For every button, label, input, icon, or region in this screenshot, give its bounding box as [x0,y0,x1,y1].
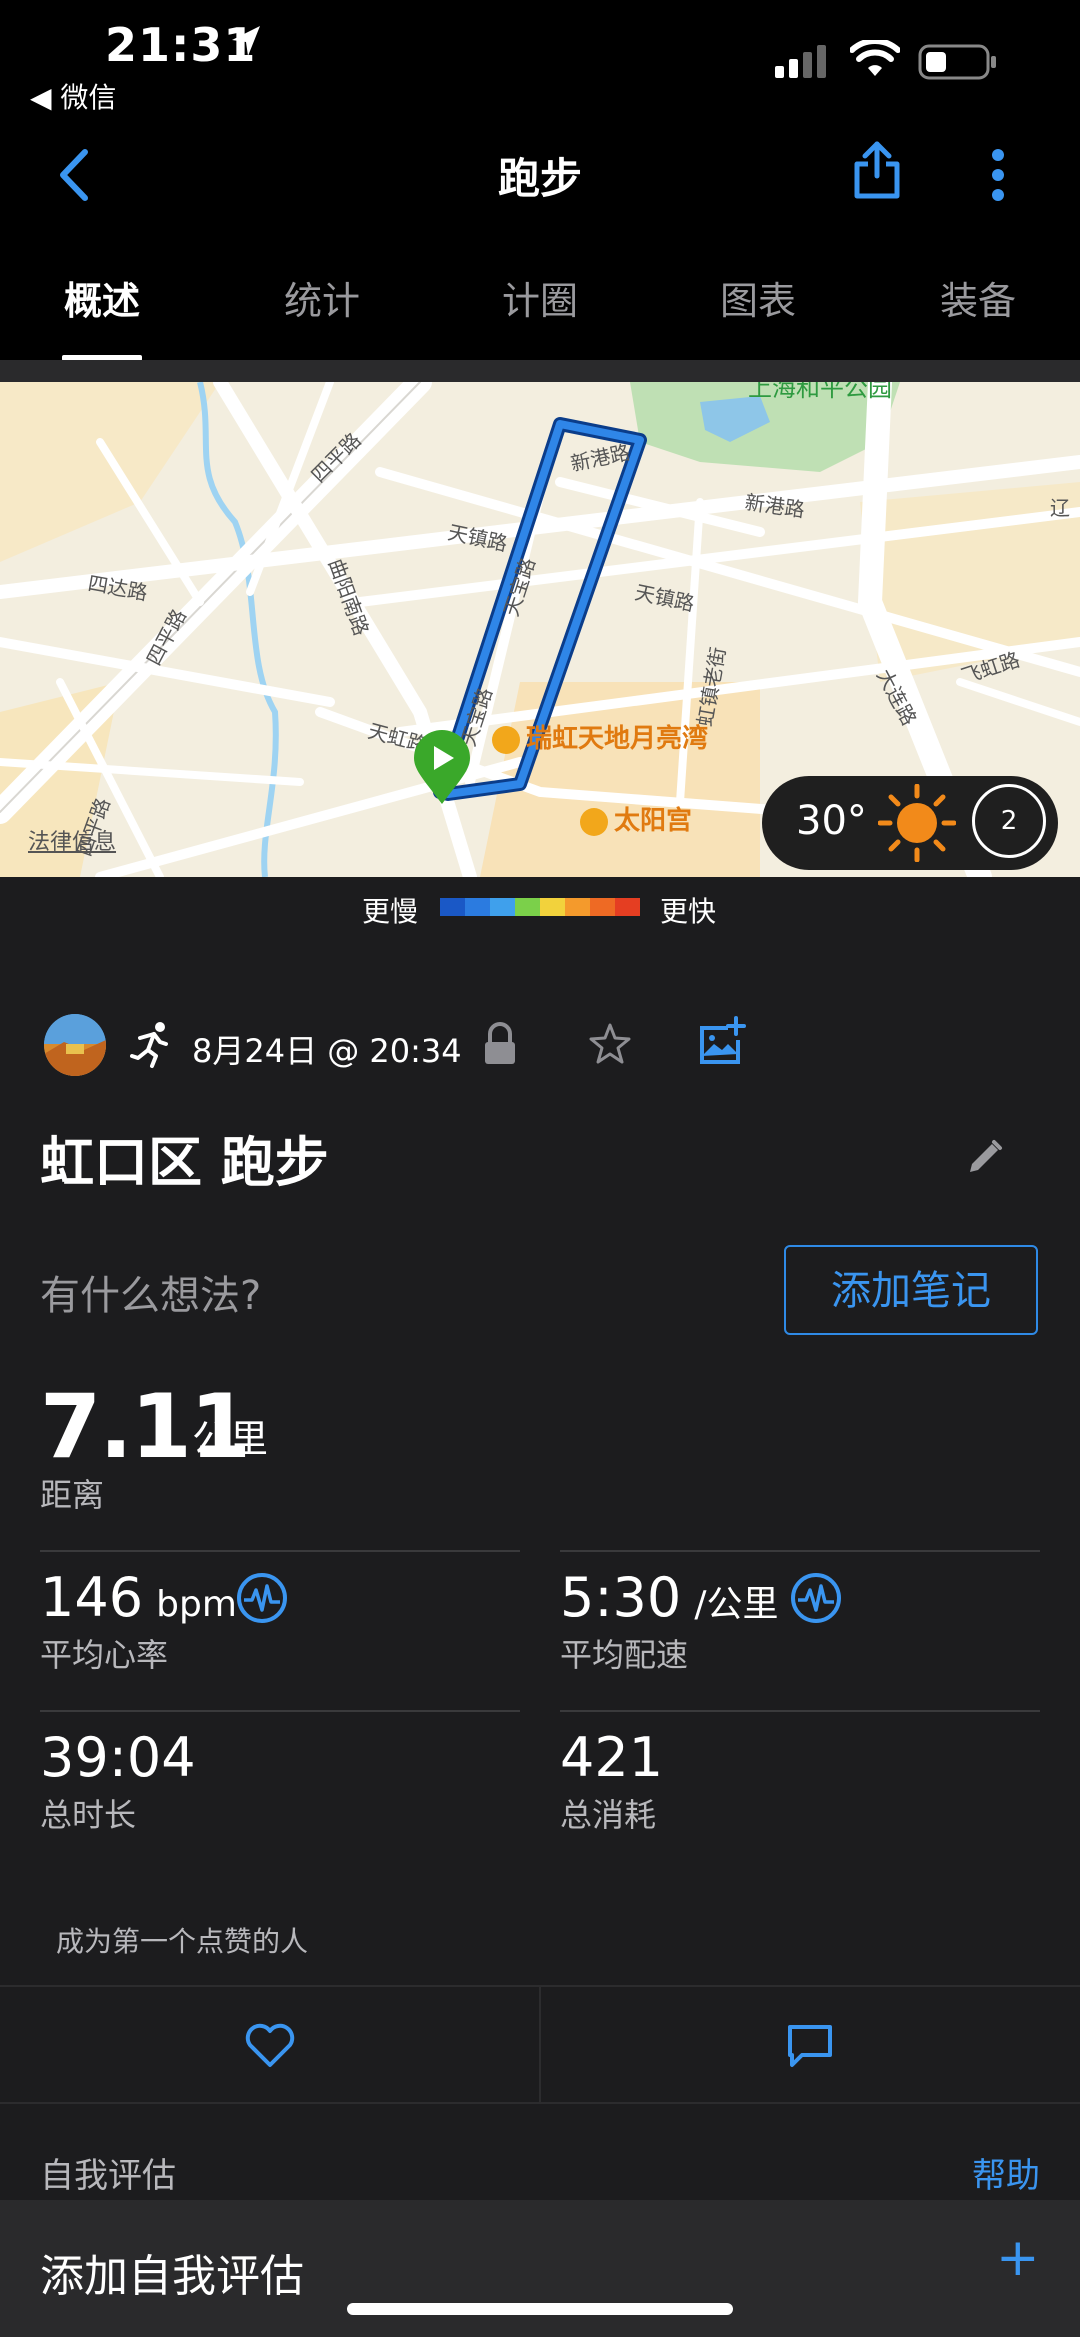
social-action-bar [0,1985,1080,2104]
page-title: 跑步 [497,154,582,203]
wifi-icon [850,40,900,76]
star-icon[interactable] [588,1022,632,1066]
divider [560,1710,1040,1712]
header-divider [0,360,1080,382]
tab-bar: 概述 统计 计圈 图表 装备 [0,260,1080,361]
self-eval-title: 自我评估 [40,2156,176,2196]
divider [560,1550,1040,1552]
poi-label: 太阳宫 [580,800,692,837]
activity-meta-row: 8月24日 @ 20:34 [0,1012,1080,1082]
avg-hr-unit: bpm [156,1584,237,1625]
add-self-eval-label[interactable]: 添加自我评估 [40,2240,304,2304]
tab-stats[interactable]: 统计 [242,270,402,325]
avg-hr-row: 146 bpm [40,1566,237,1629]
help-link[interactable]: 帮助 [972,2148,1040,2197]
legend-faster: 更快 [660,895,717,928]
park-label: 上海和平公园 [748,382,892,402]
avatar[interactable] [44,1014,106,1076]
top-bar: 21:31 ◀ 微信 跑步 概述 统计 计圈 图表 装备 [0,0,1080,361]
calories-label: 总消耗 [560,1796,657,1834]
thoughts-prompt[interactable]: 有什么想法? [40,1263,261,1321]
avg-pace-label: 平均配速 [560,1636,689,1674]
avg-pace-row: 5:30 /公里 [560,1566,779,1629]
comment-icon[interactable] [786,2023,834,2069]
weather-chip: 30° 2 [762,776,1058,870]
tab-gear[interactable]: 装备 [898,270,1058,325]
likes-text: 成为第一个点赞的人 [56,1925,309,1958]
more-vertical-icon[interactable] [988,148,1008,202]
running-icon [130,1022,168,1068]
back-to-wechat[interactable]: ◀ 微信 [30,76,116,116]
signal-icon [775,45,826,78]
avg-pace-unit: /公里 [694,1584,779,1625]
distance-unit: 公里 [192,1417,269,1461]
divider [40,1710,520,1712]
distance-label: 距离 [40,1476,105,1514]
lock-icon[interactable] [482,1020,518,1068]
add-note-button[interactable]: 添加笔记 [784,1245,1038,1335]
divider [40,1550,520,1552]
total-time-value: 39:04 [40,1726,196,1789]
temperature: 30° [796,798,867,844]
pace-legend-bar [440,898,640,916]
home-indicator[interactable] [347,2303,733,2315]
legend-slower: 更慢 [362,895,419,928]
tab-overview[interactable]: 概述 [22,270,182,325]
avg-hr-value: 146 [40,1566,144,1629]
heart-rate-chart-icon[interactable] [236,1572,288,1624]
add-photo-icon[interactable] [698,1016,746,1066]
location-arrow-icon [232,26,260,56]
tab-laps[interactable]: 计圈 [460,270,620,325]
total-time-label: 总时长 [40,1796,137,1834]
like-heart-icon[interactable] [244,2023,296,2069]
poi-label: 瑞虹天地月亮湾 [492,718,708,755]
shopping-icon [580,807,608,836]
plus-icon[interactable]: + [996,2228,1040,2288]
sun-icon [878,784,956,862]
action-divider [539,1987,541,2102]
edit-pencil-icon[interactable] [966,1138,1004,1176]
poi-name: 瑞虹天地月亮湾 [526,724,709,754]
tab-charts[interactable]: 图表 [678,270,838,325]
activity-date: 8月24日 @ 20:34 [192,1032,462,1070]
start-marker-icon [414,730,470,804]
activity-title: 虹口区 跑步 [40,1131,329,1194]
road-label: 辽 [1050,496,1070,520]
avg-hr-label: 平均心率 [40,1636,169,1674]
share-icon[interactable] [852,140,902,200]
calories-value: 421 [560,1726,664,1789]
battery-icon [918,44,996,80]
legal-link[interactable]: 法律信息 [28,824,116,856]
wind-speed-indicator: 2 [972,784,1046,858]
shopping-icon [492,725,520,754]
poi-name: 太阳宫 [614,806,693,836]
pace-chart-icon[interactable] [790,1572,842,1624]
avg-pace-value: 5:30 [560,1566,682,1629]
